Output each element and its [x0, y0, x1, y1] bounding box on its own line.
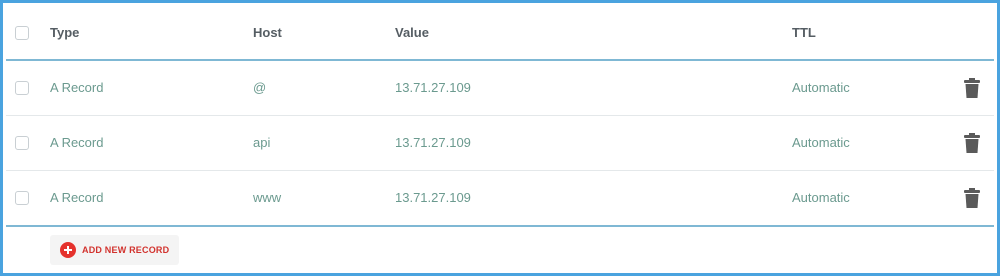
column-header-host: Host [253, 25, 282, 40]
table-row: A Record www 13.71.27.109 Automatic [6, 171, 994, 227]
table-header: Type Host Value TTL [6, 6, 994, 61]
row-checkbox[interactable] [15, 191, 29, 205]
record-type: A Record [50, 135, 104, 150]
column-header-value: Value [395, 25, 429, 40]
record-value: 13.71.27.109 [395, 80, 471, 95]
trash-icon[interactable] [964, 133, 980, 153]
record-value: 13.71.27.109 [395, 135, 471, 150]
column-header-type: Type [50, 25, 80, 40]
plus-circle-icon [60, 242, 76, 258]
record-ttl: Automatic [792, 135, 850, 150]
row-checkbox[interactable] [15, 136, 29, 150]
add-new-record-label: ADD NEW RECORD [82, 245, 170, 255]
add-new-record-button[interactable]: ADD NEW RECORD [50, 235, 180, 265]
frame-border: Type Host Value TTL A Record @ 13.71.27.… [0, 0, 1000, 276]
record-host: api [253, 135, 271, 150]
table-row: A Record @ 13.71.27.109 Automatic [6, 61, 994, 116]
record-type: A Record [50, 80, 104, 95]
record-value: 13.71.27.109 [395, 190, 471, 205]
record-type: A Record [50, 190, 104, 205]
dns-records-table: Type Host Value TTL A Record @ 13.71.27.… [6, 6, 994, 270]
table-row: A Record api 13.71.27.109 Automatic [6, 116, 994, 171]
record-ttl: Automatic [792, 190, 850, 205]
record-ttl: Automatic [792, 80, 850, 95]
column-header-ttl: TTL [792, 25, 816, 40]
trash-icon[interactable] [964, 78, 980, 98]
record-host: www [253, 190, 282, 205]
row-checkbox[interactable] [15, 81, 29, 95]
select-all-checkbox[interactable] [15, 26, 29, 40]
record-host: @ [253, 80, 267, 95]
trash-icon[interactable] [964, 188, 980, 208]
